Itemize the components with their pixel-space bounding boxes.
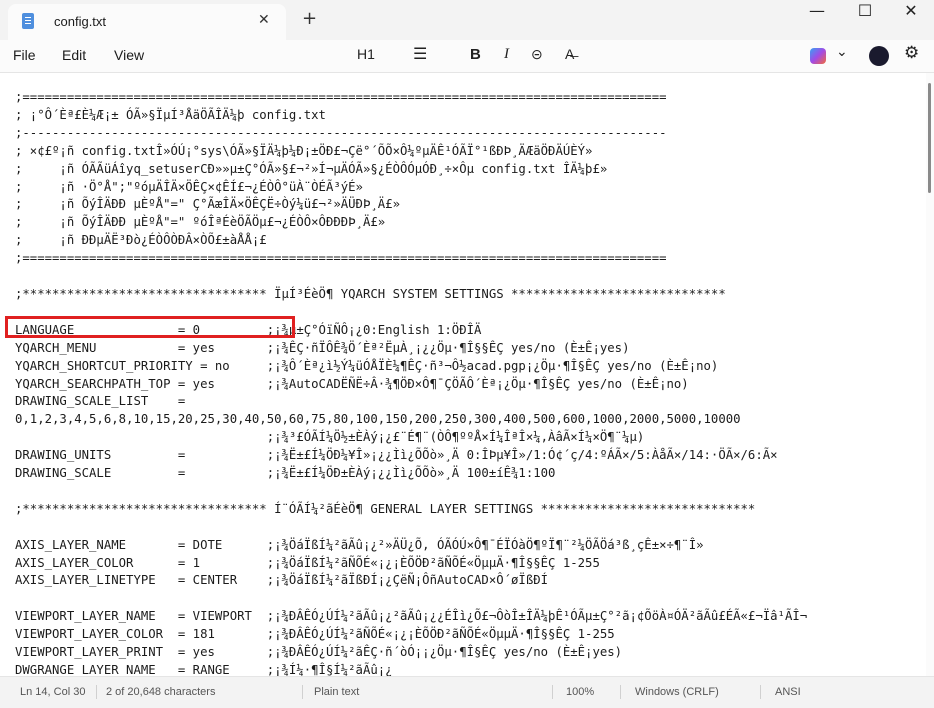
editor-line[interactable]: DRAWING_SCALE_LIST = <box>15 394 185 408</box>
editor-line[interactable]: VIEWPORT_LAYER_NAME = VIEWPORT ;¡¾ÐÂÊÓ¿Ú… <box>15 609 807 623</box>
cursor-position: Ln 14, Col 30 <box>20 686 86 698</box>
editor-text[interactable]: ;=======================================… <box>15 89 807 680</box>
close-window-button[interactable]: ✕ <box>888 0 934 32</box>
format-indicator[interactable]: Plain text <box>314 686 359 698</box>
editor-line[interactable]: ;¡¾³£ÓÃÍ¼Ö½±ÈÀý¡¿£¨É¶¨(ÒÔ¶ººÅ×Í¼ÎªÎ×¼,Àâ… <box>15 430 645 444</box>
divider <box>552 685 553 699</box>
editor-line[interactable]: ; ¡ñ ÕýÎÄÐÐ µÈºÅ"=" ºóÎªÉèÖÃÖµ£¬¿ÉÒÔ×ÔÐÐ… <box>15 215 385 229</box>
editor-line[interactable]: DRAWING_SCALE = ;¡¾Ë±£Í¼ÖÐ±ÈÀý¡¿¿Ìì¿ÕÕò»… <box>15 466 555 480</box>
zoom-level[interactable]: 100% <box>566 686 594 698</box>
editor-line[interactable]: YQARCH_SHORTCUT_PRIORITY = no ;¡¾Ô´Èª¿ì½… <box>15 359 718 373</box>
maximize-button[interactable]: ☐ <box>842 0 888 32</box>
editor-line[interactable]: VIEWPORT_LAYER_PRINT = yes ;¡¾ÐÂÊÓ¿ÚÍ¼²ã… <box>15 645 622 659</box>
editor-line[interactable]: ;********************************* Í¨ÓÃÍ… <box>15 502 755 516</box>
editor-line[interactable]: DRAWING_UNITS = ;¡¾Ë±£Í¼ÖÐ¼¥Î»¡¿¿Ìì¿ÕÕò»… <box>15 448 778 462</box>
text-editor[interactable]: ;=======================================… <box>0 73 926 677</box>
divider <box>760 685 761 699</box>
notepad-icon <box>22 13 34 29</box>
title-bar: config.txt ✕ + — ☐ ✕ <box>0 0 934 40</box>
divider <box>620 685 621 699</box>
editor-line[interactable]: ; ¡ñ ÓÃÃüÁîyq_setuserCÐ»»µ±Ç°ÓÃ»§£¬²»Í¬µ… <box>15 162 607 176</box>
character-count: 2 of 20,648 characters <box>106 686 216 698</box>
editor-line[interactable]: ; ×¢£º¡ñ config.txtÎ»ÓÚ¡°sys\ÓÃ»§ÏÄ¼þ¼Ð¡… <box>15 144 592 158</box>
editor-line[interactable]: ;---------------------------------------… <box>15 126 667 140</box>
chevron-down-icon[interactable]: ⌄ <box>836 43 848 60</box>
editor-line[interactable]: ; ¡ñ ·Ö°Å";"ºóµÄÎÄ×ÖÊÇ×¢ÊÍ£¬¿ÉÒÔ°üÀ¨ÒÉÃ³… <box>15 180 363 194</box>
copilot-icon[interactable] <box>810 48 826 64</box>
menu-file[interactable]: File <box>13 47 36 63</box>
editor-line[interactable]: ; ¡ñ ÕýÎÄÐÐ µÈºÅ"=" Ç°ÃæÎÄ×ÖÊÇË÷Òý¼ü£¬²»… <box>15 197 400 211</box>
new-tab-button[interactable]: + <box>302 10 317 28</box>
editor-line[interactable]: ; ¡°Ô´Èª£È¼Æ¡± ÓÃ»§ÏµÍ³ÅäÖÃÎÄ¼þ config.t… <box>15 108 326 122</box>
divider <box>302 685 303 699</box>
tab-close-icon[interactable]: ✕ <box>258 12 270 28</box>
line-ending[interactable]: Windows (CRLF) <box>635 686 719 698</box>
gear-icon[interactable]: ⚙ <box>904 43 919 63</box>
heading-button[interactable]: H1 <box>357 46 375 62</box>
editor-line[interactable]: AXIS_LAYER_LINETYPE = CENTER ;¡¾ÖáÏßÍ¼²ã… <box>15 573 548 587</box>
editor-line[interactable]: ;=======================================… <box>15 251 667 265</box>
editor-line[interactable]: 0,1,2,3,4,5,6,8,10,15,20,25,30,40,50,60,… <box>15 412 741 426</box>
link-icon[interactable]: ⊝ <box>531 46 543 63</box>
menu-view[interactable]: View <box>114 47 144 63</box>
editor-line[interactable]: DWGRANGE_LAYER_NAME = RANGE ;¡¾Í¼·¶Î§Í¼²… <box>15 663 393 677</box>
editor-line[interactable]: ; ¡ñ ÐÐµÄË³Ðò¿ÉÒÔÒÐÂ×ÒÕ£±àÅÅ¡£ <box>15 233 267 247</box>
vertical-scrollbar[interactable] <box>926 73 934 676</box>
highlight-box-language <box>5 316 295 338</box>
editor-line[interactable]: AXIS_LAYER_NAME = DOTE ;¡¾ÖáÏßÍ¼²ãÃû¡¿²»… <box>15 538 704 552</box>
editor-line[interactable]: YQARCH_MENU = yes ;¡¾ÊÇ·ñÏÔÊ¾Ö´Èª²ËµÀ¸¡¿… <box>15 341 629 355</box>
tab-config[interactable]: config.txt ✕ <box>8 4 286 40</box>
editor-line[interactable]: YQARCH_SEARCHPATH_TOP = yes ;¡¾AutoCADËÑ… <box>15 377 689 391</box>
italic-button[interactable]: I <box>504 46 509 63</box>
divider <box>96 685 97 699</box>
scroll-thumb[interactable] <box>928 83 931 193</box>
avatar[interactable] <box>869 46 889 66</box>
encoding[interactable]: ANSI <box>775 686 801 698</box>
editor-line[interactable]: VIEWPORT_LAYER_COLOR = 181 ;¡¾ÐÂÊÓ¿ÚÍ¼²ã… <box>15 627 615 641</box>
editor-line[interactable]: AXIS_LAYER_COLOR = 1 ;¡¾ÖáÏßÍ¼²ãÑÕÉ«¡¿¡È… <box>15 556 600 570</box>
editor-line[interactable]: ;=======================================… <box>15 90 667 104</box>
list-icon[interactable]: ☰ <box>413 44 427 64</box>
clear-formatting-icon[interactable]: A̶ <box>565 46 574 62</box>
editor-line[interactable]: ;********************************* ÏµÍ³É… <box>15 287 726 301</box>
bold-button[interactable]: B <box>470 46 481 63</box>
minimize-button[interactable]: — <box>794 0 840 32</box>
tab-title: config.txt <box>54 14 107 29</box>
menu-bar: File Edit View H1 ☰ B I ⊝ A̶ ⌄ ⚙ <box>0 40 934 73</box>
status-bar: Ln 14, Col 30 2 of 20,648 characters Pla… <box>0 676 934 708</box>
menu-edit[interactable]: Edit <box>62 47 86 63</box>
